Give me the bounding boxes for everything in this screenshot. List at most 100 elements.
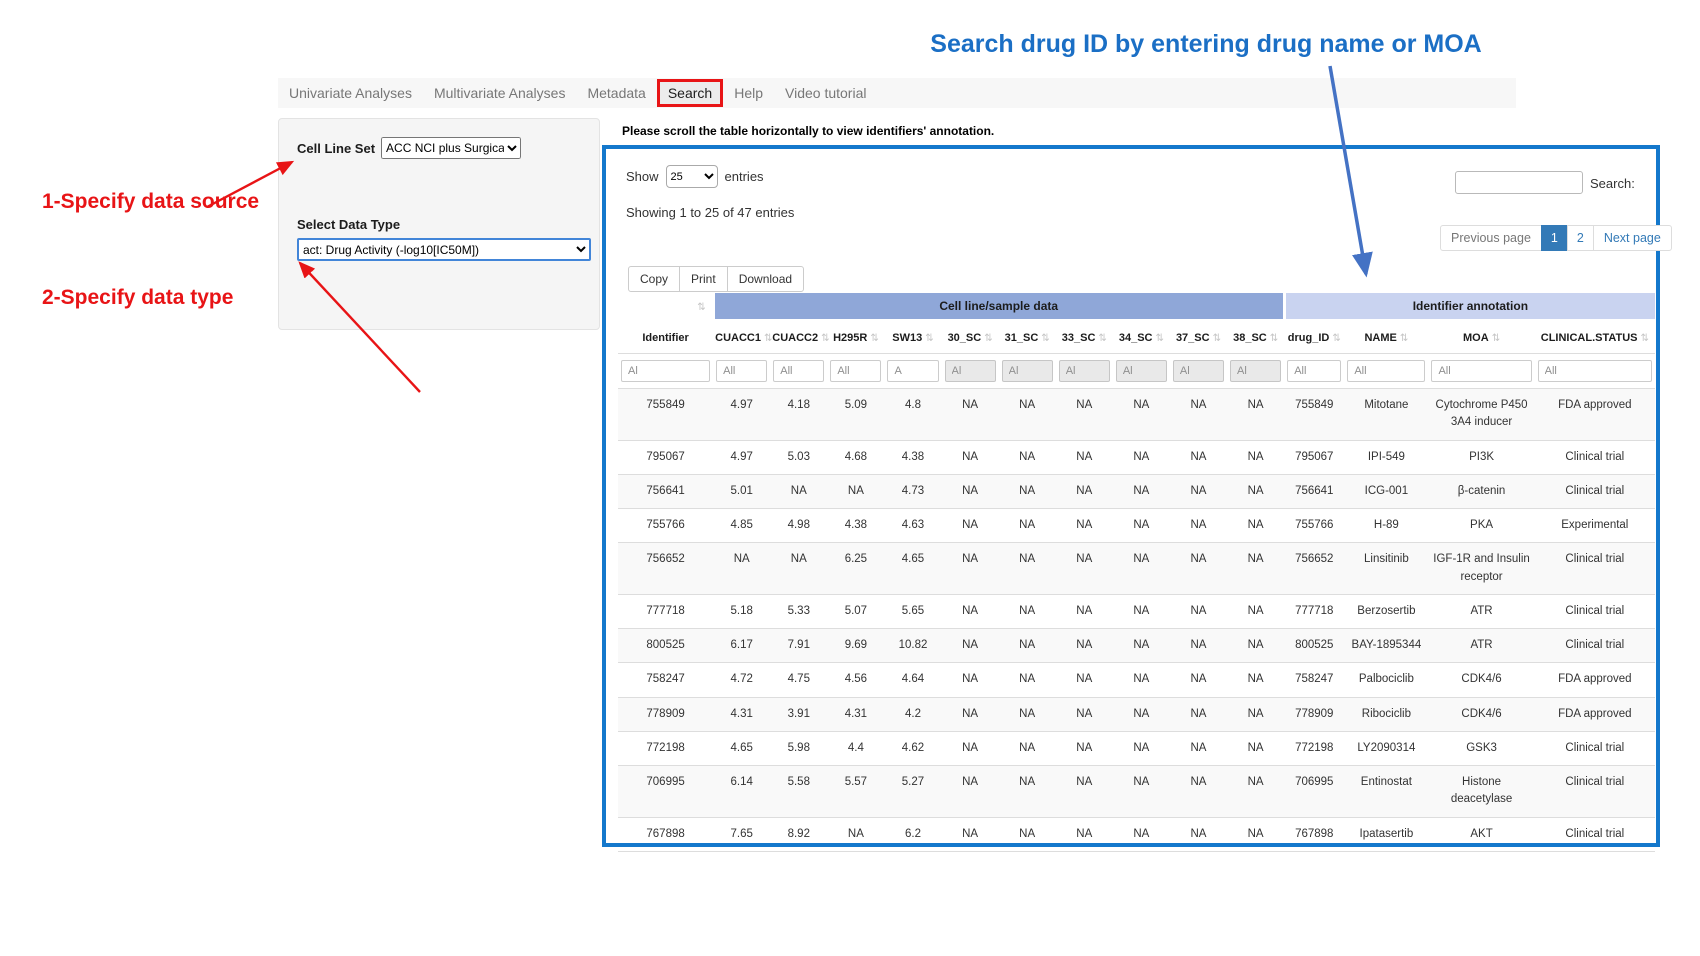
table-cell: 5.27 [884,766,941,818]
nav-item-help[interactable]: Help [723,79,774,107]
sort-icon[interactable]: ⇅ [1270,333,1278,344]
column-header-label: 33_SC [1062,332,1096,344]
print-button[interactable]: Print [679,266,728,292]
table-cell: Clinical trial [1535,474,1655,508]
search-input[interactable] [1455,171,1583,194]
table-row[interactable]: 7950674.975.034.684.38NANANANANANA795067… [618,440,1655,474]
table-row[interactable]: 7582474.724.754.564.64NANANANANANA758247… [618,663,1655,697]
filter-moa-input[interactable] [1431,360,1531,382]
table-cell: NA [999,766,1056,818]
table-cell: NA [1170,629,1227,663]
copy-button[interactable]: Copy [628,266,680,292]
table-row[interactable]: 7558494.974.185.094.8NANANANANANA755849M… [618,389,1655,441]
sidebar-panel: Cell Line Set ACC NCI plus Surgical Sele… [278,118,600,330]
sort-icon[interactable]: ⇅ [1098,333,1106,344]
column-header-sw13[interactable]: SW13⇅ [884,321,941,354]
sort-icon[interactable]: ⇅ [1332,333,1340,344]
sort-icon[interactable]: ⇅ [870,333,878,344]
column-header-37-sc[interactable]: 37_SC⇅ [1170,321,1227,354]
column-header-h295r[interactable]: H295R⇅ [827,321,884,354]
data-type-select[interactable]: act: Drug Activity (-log10[IC50M]) [297,238,591,261]
table-row[interactable]: 7777185.185.335.075.65NANANANANANA777718… [618,594,1655,628]
table-row[interactable]: 756652NANA6.254.65NANANANANANA756652Lins… [618,543,1655,595]
table-cell: 755849 [618,389,713,441]
filter-drug-id-input[interactable] [1287,360,1341,382]
table-cell: NA [1170,474,1227,508]
column-header-30-sc[interactable]: 30_SC⇅ [942,321,999,354]
table-cell: 5.58 [770,766,827,818]
nav-item-metadata[interactable]: Metadata [576,79,656,107]
table-cell: 767898 [618,817,713,851]
table-cell: NA [1056,440,1113,474]
filter-identifier-input[interactable] [621,360,710,382]
column-header-cuacc1[interactable]: CUACC1⇅ [713,321,770,354]
export-buttons: CopyPrintDownload [628,266,804,292]
column-header-label: CUACC1 [715,332,761,344]
table-cell: 767898 [1284,817,1344,851]
column-header-38-sc[interactable]: 38_SC⇅ [1227,321,1284,354]
column-header-33-sc[interactable]: 33_SC⇅ [1056,321,1113,354]
sort-icon[interactable]: ⇅ [697,302,705,313]
filter-cuacc1-input[interactable] [716,360,767,382]
column-header-moa[interactable]: MOA⇅ [1428,321,1534,354]
nav-item-video-tutorial[interactable]: Video tutorial [774,79,877,107]
sort-icon[interactable]: ⇅ [1213,333,1221,344]
column-header-cuacc2[interactable]: CUACC2⇅ [770,321,827,354]
filter-sw13-input[interactable] [887,360,938,382]
sort-icon[interactable]: ⇅ [1155,333,1163,344]
pagination-prev-button[interactable]: Previous page [1440,225,1542,251]
nav-item-multivariate-analyses[interactable]: Multivariate Analyses [423,79,577,107]
download-button[interactable]: Download [727,266,804,292]
table-row[interactable]: 7069956.145.585.575.27NANANANANANA706995… [618,766,1655,818]
filter-h295r-input[interactable] [830,360,881,382]
nav-item-search[interactable]: Search [657,79,723,107]
search-label: Search: [1590,176,1635,191]
table-cell: NA [1227,663,1284,697]
table-cell: Mitotane [1344,389,1428,441]
table-cell: β-catenin [1428,474,1534,508]
cell-line-set-select[interactable]: ACC NCI plus Surgical [381,137,521,159]
filter-name-input[interactable] [1347,360,1425,382]
table-cell: 4.56 [827,663,884,697]
pagination-page-1[interactable]: 1 [1541,225,1568,251]
table-row[interactable]: 7566415.01NANA4.73NANANANANANA756641ICG-… [618,474,1655,508]
table-cell: NA [999,440,1056,474]
filter-clinical-status-input[interactable] [1538,360,1652,382]
column-header-clinical-status[interactable]: CLINICAL.STATUS⇅ [1535,321,1655,354]
table-cell: 6.2 [884,817,941,851]
table-cell: FDA approved [1535,697,1655,731]
sort-icon[interactable]: ⇅ [1400,333,1408,344]
sort-icon[interactable]: ⇅ [764,333,772,344]
sort-icon[interactable]: ⇅ [1641,333,1649,344]
sort-icon[interactable]: ⇅ [1041,333,1049,344]
table-row[interactable]: 7789094.313.914.314.2NANANANANANA778909R… [618,697,1655,731]
table-row[interactable]: 7678987.658.92NA6.2NANANANANANA767898Ipa… [618,817,1655,851]
column-header-name[interactable]: NAME⇅ [1344,321,1428,354]
column-header-34-sc[interactable]: 34_SC⇅ [1113,321,1170,354]
table-row[interactable]: 7721984.655.984.44.62NANANANANANA772198L… [618,731,1655,765]
column-header-drug-id[interactable]: drug_ID⇅ [1284,321,1344,354]
sort-icon[interactable]: ⇅ [925,333,933,344]
table-row[interactable]: 8005256.177.919.6910.82NANANANANANA80052… [618,629,1655,663]
column-header-label: H295R [833,332,867,344]
table-cell: BAY-1895344 [1344,629,1428,663]
table-row[interactable]: 7557664.854.984.384.63NANANANANANA755766… [618,509,1655,543]
table-cell: 4.62 [884,731,941,765]
annotation-step1: 1-Specify data source [42,190,259,214]
column-header-identifier[interactable]: Identifier [618,321,713,354]
pagination-page-2[interactable]: 2 [1567,225,1594,251]
page-length-select[interactable]: 25 [666,165,718,188]
show-entries: Show 25 entries [626,165,764,188]
table-cell: 800525 [618,629,713,663]
table-cell: 4.98 [770,509,827,543]
nav-item-univariate-analyses[interactable]: Univariate Analyses [278,79,423,107]
sort-icon[interactable]: ⇅ [1492,333,1500,344]
filter-cuacc2-input[interactable] [773,360,824,382]
pagination-next-button[interactable]: Next page [1593,225,1672,251]
column-header-31-sc[interactable]: 31_SC⇅ [999,321,1056,354]
sort-icon[interactable]: ⇅ [984,333,992,344]
table-cell: 755766 [618,509,713,543]
table-cell: 4.64 [884,663,941,697]
sort-icon[interactable]: ⇅ [821,333,829,344]
filter-31-sc-input [1002,360,1053,382]
